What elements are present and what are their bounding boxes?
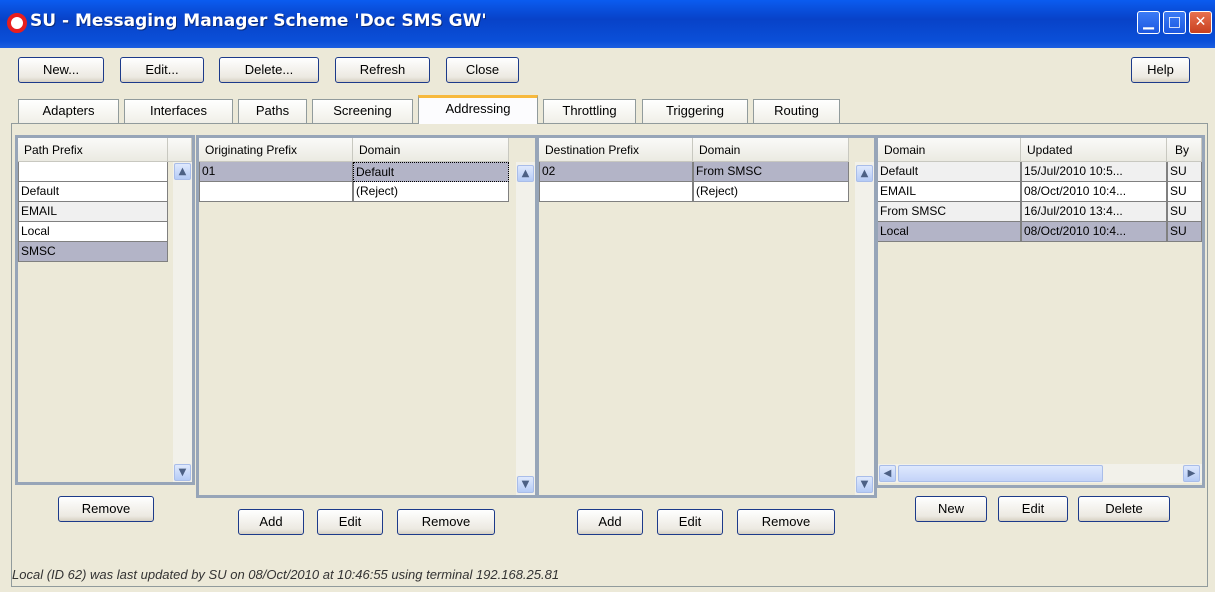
path-prefix-panel: Path Prefix Default EMAIL Local SMSC ▲ ▼ [15,135,195,485]
new-button[interactable]: New... [18,57,104,83]
status-text: Local (ID 62) was last updated by SU on … [12,567,560,582]
table-cell[interactable]: SU [1167,182,1202,202]
table-cell[interactable]: EMAIL [878,182,1021,202]
scroll-down-icon[interactable]: ▼ [856,476,873,493]
edit-button[interactable]: Edit... [120,57,204,83]
app-logo-icon [7,13,27,33]
remove-path-button[interactable]: Remove [58,496,154,522]
maximize-button[interactable]: □ [1163,11,1186,34]
tab-addressing[interactable]: Addressing [418,95,538,124]
scroll-left-icon[interactable]: ◀ [879,465,896,482]
table-cell[interactable]: (Reject) [353,182,509,202]
table-cell[interactable]: SU [1167,202,1202,222]
scroll-thumb[interactable] [898,465,1103,482]
list-item[interactable]: Local [18,222,168,242]
vertical-scrollbar[interactable]: ▲ ▼ [516,162,535,495]
originating-prefix-header[interactable]: Originating Prefix [199,138,353,162]
list-item[interactable]: SMSC [18,242,168,262]
table-cell[interactable]: From SMSC [693,162,849,182]
table-cell[interactable] [539,182,693,202]
path-header-filler [168,138,192,162]
destination-prefix-header[interactable]: Destination Prefix [539,138,693,162]
destination-prefix-panel: Destination Prefix Domain 02 From SMSC (… [536,135,877,498]
tab-screening[interactable]: Screening [312,99,413,123]
refresh-button[interactable]: Refresh [335,57,430,83]
table-cell[interactable]: 08/Oct/2010 10:4... [1021,182,1167,202]
table-cell[interactable]: 08/Oct/2010 10:4... [1021,222,1167,242]
table-cell[interactable] [199,182,353,202]
close-window-button[interactable]: ✕ [1189,11,1212,34]
remove-originating-button[interactable]: Remove [397,509,495,535]
tab-triggering[interactable]: Triggering [642,99,748,123]
by-header[interactable]: By [1167,138,1202,162]
table-cell[interactable]: Default [878,162,1021,182]
domain-panel: Domain Updated By Default 15/Jul/2010 10… [875,135,1205,488]
table-cell[interactable]: SU [1167,222,1202,242]
table-cell[interactable]: 01 [199,162,353,182]
scroll-up-icon[interactable]: ▲ [856,165,873,182]
scroll-up-icon[interactable]: ▲ [517,165,534,182]
table-cell[interactable]: From SMSC [878,202,1021,222]
updated-header[interactable]: Updated [1021,138,1167,162]
horizontal-scrollbar[interactable]: ◀ ▶ [878,464,1202,483]
delete-domain-button[interactable]: Delete [1078,496,1170,522]
tab-throttling[interactable]: Throttling [543,99,636,123]
delete-button[interactable]: Delete... [219,57,319,83]
edit-domain-button[interactable]: Edit [998,496,1068,522]
add-originating-button[interactable]: Add [238,509,304,535]
close-button[interactable]: Close [446,57,519,83]
edit-destination-button[interactable]: Edit [657,509,723,535]
dest-domain-header[interactable]: Domain [693,138,849,162]
edit-originating-button[interactable]: Edit [317,509,383,535]
table-cell[interactable]: 02 [539,162,693,182]
orig-domain-header[interactable]: Domain [353,138,509,162]
path-prefix-header[interactable]: Path Prefix [18,138,168,162]
tab-paths[interactable]: Paths [238,99,307,123]
scroll-down-icon[interactable]: ▼ [174,464,191,481]
table-cell[interactable]: 16/Jul/2010 13:4... [1021,202,1167,222]
new-domain-button[interactable]: New [915,496,987,522]
tab-routing[interactable]: Routing [753,99,840,123]
scroll-down-icon[interactable]: ▼ [517,476,534,493]
add-destination-button[interactable]: Add [577,509,643,535]
scroll-up-icon[interactable]: ▲ [174,163,191,180]
scroll-right-icon[interactable]: ▶ [1183,465,1200,482]
table-cell[interactable]: Local [878,222,1021,242]
tab-interfaces[interactable]: Interfaces [124,99,233,123]
table-cell[interactable]: Default [353,162,509,182]
tab-adapters[interactable]: Adapters [18,99,119,123]
list-item[interactable] [18,162,168,182]
remove-destination-button[interactable]: Remove [737,509,835,535]
help-button[interactable]: Help [1131,57,1190,83]
window-title: SU - Messaging Manager Scheme 'Doc SMS G… [30,11,487,31]
vertical-scrollbar[interactable]: ▲ ▼ [173,162,192,482]
domain-header[interactable]: Domain [878,138,1021,162]
list-item[interactable]: Default [18,182,168,202]
list-item[interactable]: EMAIL [18,202,168,222]
minimize-button[interactable]: ▁ [1137,11,1160,34]
originating-prefix-panel: Originating Prefix Domain 01 Default (Re… [196,135,538,498]
table-cell[interactable]: 15/Jul/2010 10:5... [1021,162,1167,182]
table-cell[interactable]: (Reject) [693,182,849,202]
table-cell[interactable]: SU [1167,162,1202,182]
vertical-scrollbar[interactable]: ▲ ▼ [855,162,874,495]
